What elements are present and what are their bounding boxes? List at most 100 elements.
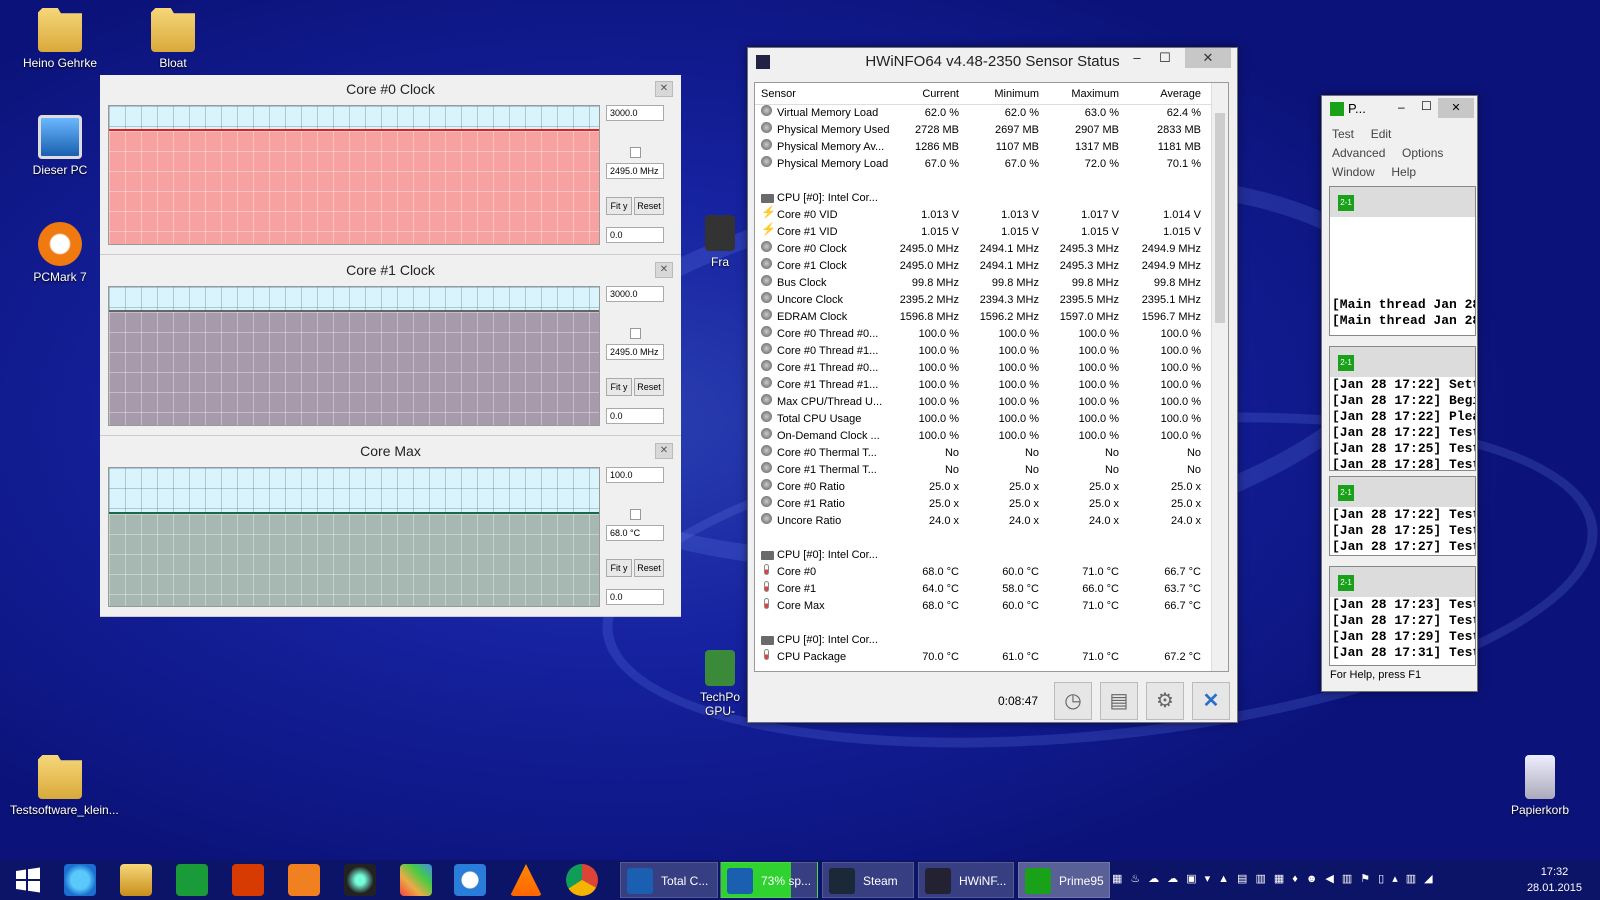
taskbar-task[interactable]: Prime95 bbox=[1018, 862, 1110, 898]
sensor-row[interactable]: Core #0 Thermal T... No No No No bbox=[755, 445, 1228, 462]
cpu-tool-icon[interactable] bbox=[344, 864, 376, 896]
sensor-row[interactable]: Physical Memory Load 67.0 % 67.0 % 72.0 % 70… bbox=[755, 156, 1228, 173]
menu-test[interactable]: Test bbox=[1332, 127, 1354, 141]
sensor-row[interactable]: Core #0 68.0 °C 60.0 °C 71.0 °C 66.7 °C bbox=[755, 564, 1228, 581]
vlc-icon[interactable] bbox=[510, 864, 542, 896]
sensor-row[interactable]: Total CPU Usage 100.0 % 100.0 % 100.0 % 100.… bbox=[755, 411, 1228, 428]
close-button[interactable]: ✕ bbox=[1438, 98, 1474, 118]
worker-titlebar[interactable]: 2-1 bbox=[1330, 187, 1475, 217]
sensor-row[interactable]: Core #0 Thread #1... 100.0 % 100.0 % 100.0 … bbox=[755, 343, 1228, 360]
sensor-row[interactable]: Uncore Clock 2395.2 MHz 2394.3 MHz 2395.5 M… bbox=[755, 292, 1228, 309]
sensor-row[interactable]: Core #0 Ratio 25.0 x 25.0 x 25.0 x 25.0 x bbox=[755, 479, 1228, 496]
desktop-icon-2[interactable]: Dieser PC bbox=[10, 115, 110, 177]
sensor-row[interactable]: Uncore Ratio 24.0 x 24.0 x 24.0 x 24.0 x bbox=[755, 513, 1228, 530]
close-icon[interactable]: ✕ bbox=[655, 443, 673, 459]
sensor-table[interactable]: Sensor Current Minimum Maximum Average V… bbox=[754, 82, 1229, 672]
sensor-row[interactable]: Core Max 68.0 °C 60.0 °C 71.0 °C 66.7 °C bbox=[755, 598, 1228, 615]
worker-titlebar[interactable]: 2-1 bbox=[1330, 477, 1475, 507]
menu-options[interactable]: Options bbox=[1402, 146, 1443, 160]
graph-min-field[interactable]: 0.0 bbox=[606, 227, 664, 243]
desktop-icon-5[interactable]: Papierkorb bbox=[1490, 755, 1590, 817]
graph-checkbox[interactable] bbox=[630, 147, 641, 158]
graph-min-field[interactable]: 0.0 bbox=[606, 589, 664, 605]
fit-y-button[interactable]: Fit y bbox=[606, 378, 632, 396]
minimize-button[interactable]: – bbox=[1123, 48, 1151, 68]
menu-help[interactable]: Help bbox=[1391, 165, 1416, 179]
scrollbar-thumb[interactable] bbox=[1215, 113, 1225, 323]
puzzle-icon[interactable] bbox=[400, 864, 432, 896]
hwinfo-window[interactable]: HWiNFO64 v4.48-2350 Sensor Status – ☐ ✕ … bbox=[747, 47, 1238, 723]
file-explorer-icon[interactable] bbox=[120, 864, 152, 896]
clock[interactable]: 17:32 28.01.2015 bbox=[1527, 864, 1582, 896]
sensor-table-scrollbar[interactable] bbox=[1211, 83, 1228, 671]
close-icon[interactable]: ✕ bbox=[655, 81, 673, 97]
taskbar-task[interactable]: Total C... bbox=[620, 862, 718, 898]
exit-icon[interactable]: ✕ bbox=[1192, 682, 1230, 720]
sensor-row[interactable]: Core #1 Clock 2495.0 MHz 2494.1 MHz 2495.3 … bbox=[755, 258, 1228, 275]
reset-button[interactable]: Reset bbox=[634, 197, 664, 215]
sensor-row[interactable]: Virtual Memory Load 62.0 % 62.0 % 63.0 % 62.… bbox=[755, 105, 1228, 122]
fit-y-button[interactable]: Fit y bbox=[606, 559, 632, 577]
desktop-icon-6[interactable]: Fra bbox=[690, 215, 750, 269]
graph-panel[interactable]: Core Max ✕ 100.0 68.0 °C Fit y Reset 0.0 bbox=[100, 437, 681, 617]
sensor-group-row[interactable]: CPU [#0]: Intel Cor... bbox=[755, 547, 1228, 564]
sensor-row[interactable]: Max CPU/Thread U... 100.0 % 100.0 % 100.0 %… bbox=[755, 394, 1228, 411]
media-player-icon[interactable] bbox=[288, 864, 320, 896]
graph-checkbox[interactable] bbox=[630, 328, 641, 339]
desktop-icon-7[interactable]: TechPo GPU- bbox=[690, 650, 750, 718]
close-button[interactable]: ✕ bbox=[1185, 48, 1231, 68]
col-average[interactable]: Average bbox=[1127, 83, 1201, 105]
menu-edit[interactable]: Edit bbox=[1371, 127, 1392, 141]
desktop-icon-3[interactable]: PCMark 7 bbox=[10, 222, 110, 284]
sensor-row[interactable]: Core #1 Thermal T... No No No No bbox=[755, 462, 1228, 479]
graph-max-field[interactable]: 3000.0 bbox=[606, 286, 664, 302]
hwinfo-titlebar[interactable]: HWiNFO64 v4.48-2350 Sensor Status – ☐ ✕ bbox=[748, 48, 1237, 78]
reset-button[interactable]: Reset bbox=[634, 378, 664, 396]
prime95-worker-window[interactable]: 2-1 [Jan 28 17:22] Test [Jan 28 17:25] Tes… bbox=[1329, 476, 1476, 556]
graph-max-field[interactable]: 100.0 bbox=[606, 467, 664, 483]
sensor-row[interactable]: On-Demand Clock ... 100.0 % 100.0 % 100.0 %… bbox=[755, 428, 1228, 445]
sensor-row[interactable]: Bus Clock 99.8 MHz 99.8 MHz 99.8 MHz 99.8 MH… bbox=[755, 275, 1228, 292]
graph-min-field[interactable]: 0.0 bbox=[606, 408, 664, 424]
col-sensor[interactable]: Sensor bbox=[761, 83, 881, 105]
minimize-button[interactable]: – bbox=[1398, 100, 1405, 114]
sensor-row[interactable]: Core #0 Thread #0... 100.0 % 100.0 % 100.0 … bbox=[755, 326, 1228, 343]
taskbar-task[interactable]: Steam bbox=[822, 862, 914, 898]
desktop-icon-0[interactable]: Heino Gehrke bbox=[10, 8, 110, 70]
sensor-row[interactable]: ⚡ Core #1 VID 1.015 V 1.015 V 1.015 V 1.015 V bbox=[755, 223, 1228, 241]
system-tray-icons[interactable]: ▦♨☁☁▣▾▲▤▥▦♦☻◀▥⚑▯▴▥◢ bbox=[1112, 872, 1441, 885]
col-current[interactable]: Current bbox=[885, 83, 959, 105]
sensor-row[interactable]: CPU Package 70.0 °C 61.0 °C 71.0 °C 67.2 °C bbox=[755, 649, 1228, 666]
office-icon[interactable] bbox=[232, 864, 264, 896]
graph-panel[interactable]: Core #1 Clock ✕ 3000.0 2495.0 MHz Fit y … bbox=[100, 256, 681, 436]
menu-window[interactable]: Window bbox=[1332, 165, 1375, 179]
prime95-worker-window[interactable]: 2-1 [Jan 28 17:23] Test [Jan 28 17:27] Tes… bbox=[1329, 566, 1476, 666]
clock-icon[interactable]: ◷ bbox=[1054, 682, 1092, 720]
sensor-row[interactable]: Physical Memory Av... 1286 MB 1107 MB 1317 … bbox=[755, 139, 1228, 156]
settings-gear-icon[interactable]: ⚙ bbox=[1146, 682, 1184, 720]
col-minimum[interactable]: Minimum bbox=[965, 83, 1039, 105]
col-maximum[interactable]: Maximum bbox=[1045, 83, 1119, 105]
start-button[interactable] bbox=[12, 864, 44, 896]
taskbar-task[interactable]: HWiNF... bbox=[918, 862, 1014, 898]
worker-titlebar[interactable]: 2-1 bbox=[1330, 347, 1475, 377]
sensor-row[interactable]: Core #0 Clock 2495.0 MHz 2494.1 MHz 2495.3 … bbox=[755, 241, 1228, 258]
maximize-button[interactable]: ☐ bbox=[1151, 48, 1179, 68]
close-icon[interactable]: ✕ bbox=[655, 262, 673, 278]
fit-y-button[interactable]: Fit y bbox=[606, 197, 632, 215]
report-icon[interactable]: ▤ bbox=[1100, 682, 1138, 720]
menu-advanced[interactable]: Advanced bbox=[1332, 146, 1385, 160]
worker-titlebar[interactable]: 2-1 bbox=[1330, 567, 1475, 597]
desktop-icon-4[interactable]: Testsoftware_klein... bbox=[10, 755, 119, 817]
maxthon-icon[interactable] bbox=[454, 864, 486, 896]
taskbar-task[interactable]: 73% sp... bbox=[720, 862, 818, 898]
desktop-icon-1[interactable]: Bloat bbox=[123, 8, 223, 70]
sensor-row[interactable]: Core #1 Ratio 25.0 x 25.0 x 25.0 x 25.0 x bbox=[755, 496, 1228, 513]
sensor-group-row[interactable]: CPU [#0]: Intel Cor... bbox=[755, 632, 1228, 649]
store-icon[interactable] bbox=[176, 864, 208, 896]
graph-max-field[interactable]: 3000.0 bbox=[606, 105, 664, 121]
sensor-row[interactable]: Core #1 Thread #1... 100.0 % 100.0 % 100.0 … bbox=[755, 377, 1228, 394]
graph-panel[interactable]: Core #0 Clock ✕ 3000.0 2495.0 MHz Fit y … bbox=[100, 75, 681, 255]
prime95-window[interactable]: P... – ☐ ✕ Test Edit Advanced Options Wi… bbox=[1321, 95, 1478, 692]
sensor-row[interactable]: Core #1 64.0 °C 58.0 °C 66.0 °C 63.7 °C bbox=[755, 581, 1228, 598]
